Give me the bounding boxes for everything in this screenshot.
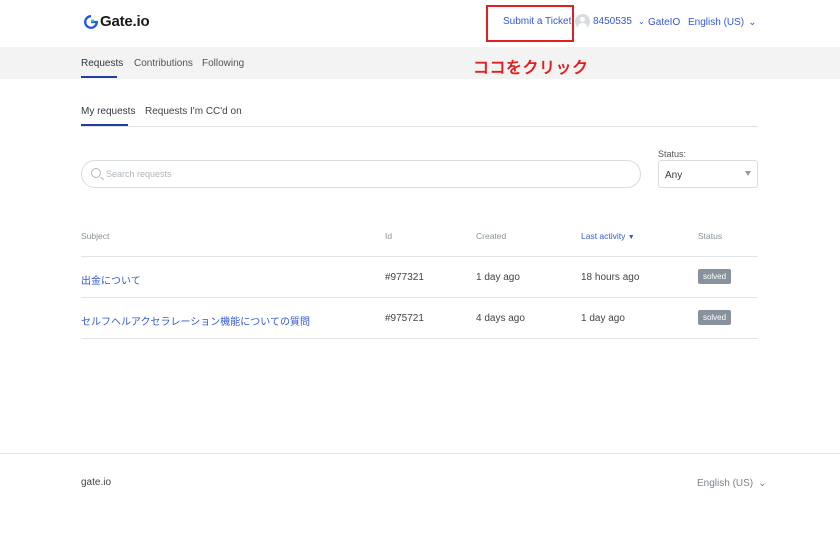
tab-cc-requests[interactable]: Requests I'm CC'd on — [145, 106, 242, 117]
site-header: Gate.io Submit a Ticket 8450535 ⌄ GateIO… — [0, 0, 840, 47]
user-avatar-icon — [575, 14, 590, 29]
request-id: #977321 — [385, 272, 424, 283]
footer-language-label: English (US) — [697, 478, 754, 489]
gateio-link[interactable]: GateIO — [648, 17, 680, 28]
column-header-id[interactable]: Id — [385, 231, 392, 241]
user-menu[interactable]: 8450535 ⌄ — [575, 14, 645, 29]
column-header-subject[interactable]: Subject — [81, 231, 109, 241]
status-filter-value: Any — [665, 170, 683, 181]
column-header-last-activity-label: Last activity — [581, 231, 626, 241]
column-header-created[interactable]: Created — [476, 231, 506, 241]
subnav-requests[interactable]: Requests — [81, 58, 123, 69]
username: 8450535 — [593, 16, 632, 27]
sub-navigation: Requests Contributions Following — [0, 47, 840, 79]
request-subject-link[interactable]: セルフヘルアクセラレーション機能についての質問 — [81, 313, 310, 328]
request-created: 1 day ago — [476, 272, 520, 283]
request-id: #975721 — [385, 313, 424, 324]
table-row: セルフヘルアクセラレーション機能についての質問 #975721 4 days a… — [0, 298, 840, 338]
footer-language-selector[interactable]: English (US) ⌄ — [697, 478, 767, 489]
search-icon — [91, 168, 101, 178]
subnav-contributions[interactable]: Contributions — [134, 58, 193, 69]
request-last-activity: 1 day ago — [581, 313, 625, 324]
language-selector[interactable]: English (US) ⌄ — [688, 17, 757, 28]
footer-divider — [0, 453, 840, 454]
dropdown-caret-icon — [745, 171, 751, 176]
chevron-down-icon: ⌄ — [748, 17, 757, 28]
column-header-status[interactable]: Status — [698, 231, 722, 241]
footer-brand-link[interactable]: gate.io — [81, 477, 111, 488]
divider — [81, 126, 758, 127]
logo-text: Gate.io — [100, 13, 150, 30]
logo[interactable]: Gate.io — [84, 13, 150, 30]
gate-logo-icon — [84, 14, 98, 29]
request-last-activity: 18 hours ago — [581, 272, 640, 283]
search-box — [81, 160, 641, 188]
column-header-last-activity[interactable]: Last activity ▼ — [581, 231, 635, 241]
status-filter-label: Status: — [658, 149, 687, 159]
search-input[interactable] — [106, 161, 626, 187]
subnav-following[interactable]: Following — [202, 58, 244, 69]
status-filter-select[interactable]: Any — [658, 160, 758, 188]
chevron-down-icon: ⌄ — [758, 478, 767, 489]
request-subject-link[interactable]: 出金について — [81, 272, 141, 287]
submit-ticket-link[interactable]: Submit a Ticket — [503, 16, 571, 27]
status-badge: solved — [698, 269, 731, 284]
active-subnav-indicator — [81, 76, 117, 78]
sort-desc-icon: ▼ — [627, 234, 635, 241]
tab-my-requests[interactable]: My requests — [81, 106, 135, 117]
divider — [81, 338, 758, 339]
chevron-down-icon: ⌄ — [637, 17, 645, 26]
table-row: 出金について #977321 1 day ago 18 hours ago so… — [0, 257, 840, 297]
status-badge: solved — [698, 310, 731, 325]
request-created: 4 days ago — [476, 313, 525, 324]
language-label: English (US) — [688, 17, 745, 28]
click-here-annotation: ココをクリック — [473, 60, 589, 77]
